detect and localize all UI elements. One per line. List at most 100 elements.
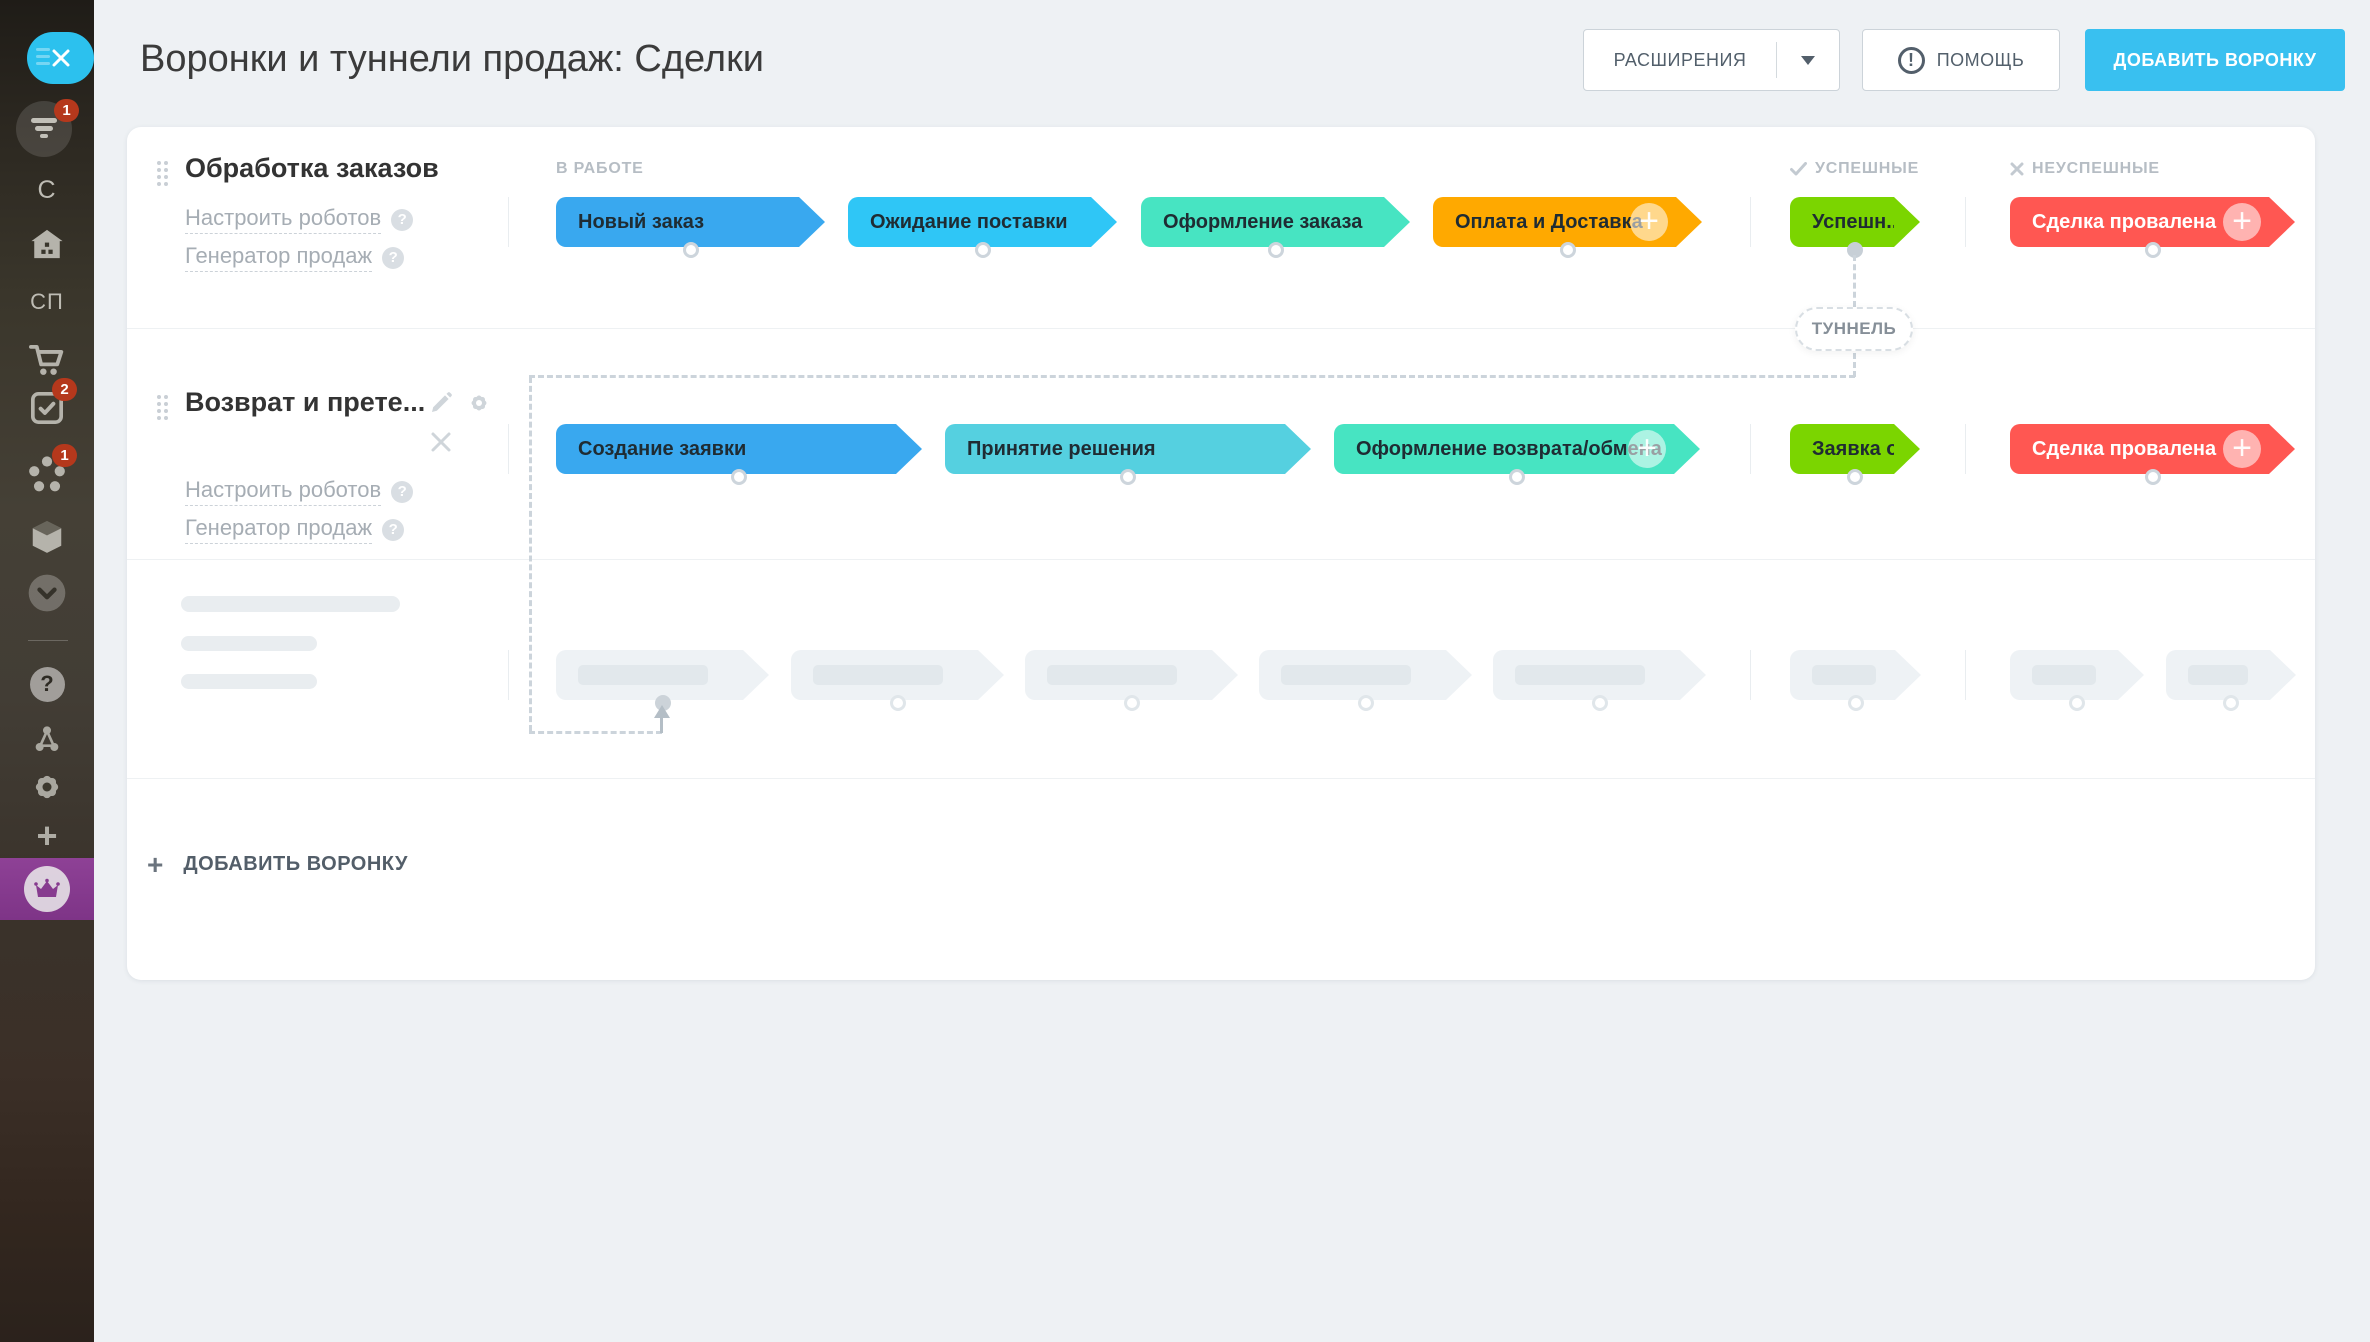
edit-pencil-icon[interactable]: [429, 391, 453, 415]
funnel-row-returns: Возврат и прете... Настроить роботов ? Г…: [127, 329, 2315, 559]
sidebar-upgrade-plan-button[interactable]: [0, 858, 94, 920]
stage-connector-dot[interactable]: [890, 695, 906, 711]
funnel-title[interactable]: Возврат и прете...: [185, 387, 425, 418]
stage-connector-dot[interactable]: [1592, 695, 1608, 711]
sidebar-settings-button[interactable]: [0, 768, 94, 806]
sidebar-item-shop[interactable]: [0, 340, 94, 380]
add-funnel-bottom-label: ДОБАВИТЬ ВОРОНКУ: [183, 853, 408, 876]
skeleton-stage-bar: [1515, 665, 1645, 685]
skeleton-text-bar: [181, 636, 317, 651]
stage-connector-dot[interactable]: [975, 242, 991, 258]
funnel-title[interactable]: Обработка заказов: [185, 153, 439, 184]
stage-connector-dot[interactable]: [2223, 695, 2239, 711]
plus-icon: +: [147, 855, 163, 875]
sidebar-help-button[interactable]: ?: [0, 666, 94, 702]
stage-connector-dot[interactable]: [1509, 469, 1525, 485]
stage-connector-dot[interactable]: [1120, 469, 1136, 485]
question-icon[interactable]: ?: [391, 209, 413, 231]
stage-connector-dot[interactable]: [1848, 695, 1864, 711]
skeleton-stage: [2010, 650, 2118, 700]
sp-letters-icon: СП: [30, 289, 64, 315]
configure-robots-link[interactable]: Настроить роботов ?: [185, 205, 413, 234]
stage-connector-dot[interactable]: [2069, 695, 2085, 711]
sidebar-item-crm-funnel-active[interactable]: 1: [16, 101, 72, 157]
help-button[interactable]: ! ПОМОЩЬ: [1862, 29, 2060, 91]
column-divider: [1750, 650, 1751, 700]
skeleton-stage: [1259, 650, 1446, 700]
stage-connector-dot[interactable]: [1847, 242, 1863, 258]
stage-connector-dot[interactable]: [1847, 469, 1863, 485]
skeleton-stage: [2166, 650, 2270, 700]
tunnel-badge[interactable]: ТУННЕЛЬ: [1795, 307, 1913, 351]
funnel-stage[interactable]: Новый заказ: [556, 197, 799, 247]
app-root: 1 C СП 2: [0, 0, 2370, 1342]
stage-connector-dot[interactable]: [2145, 242, 2161, 258]
add-funnel-button[interactable]: ДОБАВИТЬ ВОРОНКУ: [2085, 29, 2345, 91]
settings-gear-icon[interactable]: [467, 391, 491, 415]
sidebar-item-community[interactable]: 1: [0, 452, 94, 498]
column-divider: [1750, 424, 1751, 474]
extensions-button[interactable]: РАСШИРЕНИЯ: [1583, 29, 1840, 91]
sidebar-collapse-button[interactable]: [0, 572, 94, 614]
column-header-in-progress: В РАБОТЕ: [556, 160, 644, 178]
skeleton-stage-bar: [2032, 665, 2096, 685]
sidebar: 1 C СП 2: [0, 0, 94, 1342]
configure-robots-link[interactable]: Настроить роботов ?: [185, 477, 413, 506]
chevron-down-icon: [27, 573, 67, 613]
stage-connector-dot[interactable]: [683, 242, 699, 258]
add-stage-button[interactable]: +: [1630, 203, 1668, 241]
skeleton-stage: [1025, 650, 1212, 700]
sales-generator-link[interactable]: Генератор продаж ?: [185, 515, 404, 544]
funnel-stage[interactable]: Создание заявки: [556, 424, 896, 474]
stage-label: Успешн...: [1812, 211, 1903, 234]
stage-connector-dot[interactable]: [1358, 695, 1374, 711]
sidebar-item-crm[interactable]: C: [0, 172, 94, 208]
question-icon[interactable]: ?: [382, 247, 404, 269]
column-divider: [508, 424, 509, 474]
sidebar-item-apps[interactable]: [0, 516, 94, 558]
funnel-stage[interactable]: Оформление возврата/обмена+: [1334, 424, 1674, 474]
column-header-success: УСПЕШНЫЕ: [1790, 160, 1919, 178]
sidebar-close-menu-button[interactable]: [27, 32, 94, 84]
stage-connector-dot[interactable]: [655, 695, 671, 711]
stage-connector-dot[interactable]: [731, 469, 747, 485]
extensions-label: РАСШИРЕНИЯ: [1584, 50, 1776, 71]
funnel-stage[interactable]: Заявка о...: [1790, 424, 1894, 474]
drag-handle[interactable]: [157, 161, 171, 187]
sidebar-share-button[interactable]: [0, 722, 94, 756]
stage-connector-dot[interactable]: [1560, 242, 1576, 258]
extensions-dropdown-toggle[interactable]: [1777, 56, 1839, 65]
drag-handle[interactable]: [157, 395, 171, 421]
question-icon[interactable]: ?: [391, 481, 413, 503]
stage-label: Принятие решения: [967, 438, 1156, 461]
column-header-fail: НЕУСПЕШНЫЕ: [2010, 160, 2160, 178]
funnel-stage[interactable]: Успешн...: [1790, 197, 1894, 247]
sales-generator-label: Генератор продаж: [185, 515, 372, 544]
sales-generator-link[interactable]: Генератор продаж ?: [185, 243, 404, 272]
sidebar-item-sp[interactable]: СП: [0, 284, 94, 320]
question-icon: ?: [30, 667, 65, 702]
sidebar-item-company[interactable]: [0, 226, 94, 262]
funnel-stage[interactable]: Принятие решения: [945, 424, 1285, 474]
add-stage-button[interactable]: +: [2223, 430, 2261, 468]
add-stage-button[interactable]: +: [1628, 430, 1666, 468]
question-icon[interactable]: ?: [382, 519, 404, 541]
delete-x-icon[interactable]: [430, 431, 452, 453]
sidebar-item-tasks[interactable]: 2: [0, 388, 94, 428]
funnel-stage[interactable]: Сделка провалена +: [2010, 424, 2269, 474]
stage-label: Сделка провалена: [2032, 438, 2216, 461]
stage-connector-dot[interactable]: [1268, 242, 1284, 258]
funnel-stage[interactable]: Сделка провалена+: [2010, 197, 2269, 247]
funnel-stage[interactable]: Оплата и Доставка+: [1433, 197, 1676, 247]
add-funnel-row: + ДОБАВИТЬ ВОРОНКУ: [127, 779, 2315, 980]
add-funnel-bottom-button[interactable]: + ДОБАВИТЬ ВОРОНКУ: [147, 853, 408, 876]
crown-circle: [24, 866, 70, 912]
skeleton-stage-bar: [1812, 665, 1876, 685]
column-divider: [1965, 197, 1966, 247]
funnel-stage[interactable]: Ожидание поставки: [848, 197, 1091, 247]
funnel-stage[interactable]: Оформление заказа: [1141, 197, 1384, 247]
stage-connector-dot[interactable]: [1124, 695, 1140, 711]
sidebar-add-button[interactable]: +: [0, 818, 94, 854]
add-stage-button[interactable]: +: [2223, 203, 2261, 241]
stage-connector-dot[interactable]: [2145, 469, 2161, 485]
